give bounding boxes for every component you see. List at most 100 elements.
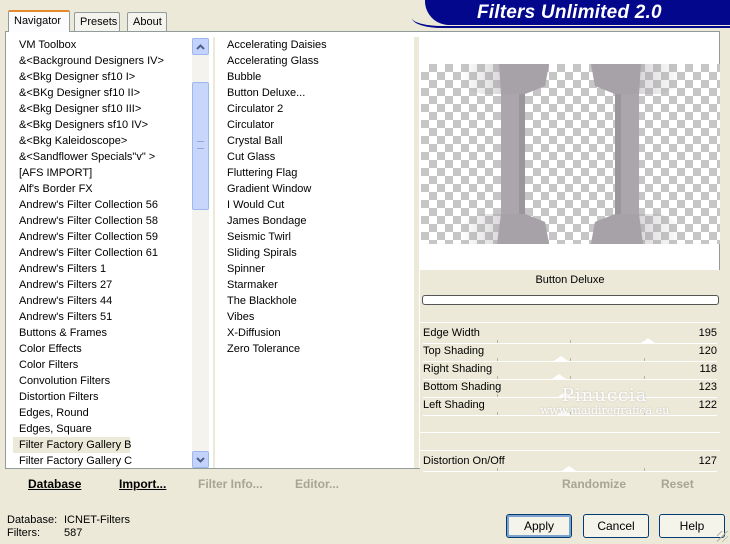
slider-thumb[interactable] bbox=[641, 338, 655, 343]
category-item[interactable]: &<Sandflower Specials"v" > bbox=[13, 149, 191, 165]
category-item[interactable]: Color Effects bbox=[13, 341, 191, 357]
reset-label: Reset bbox=[661, 477, 694, 491]
tab-presets-label: Presets bbox=[80, 16, 118, 28]
editor-button[interactable]: Editor... bbox=[295, 477, 339, 491]
filter-item[interactable]: Accelerating Daisies bbox=[221, 37, 411, 53]
category-item[interactable]: &<BKg Designer sf10 II> bbox=[13, 85, 191, 101]
filter-item[interactable]: Button Deluxe... bbox=[221, 85, 411, 101]
slider-thumb[interactable] bbox=[552, 374, 566, 379]
param-value: 127 bbox=[698, 455, 717, 467]
filter-list[interactable]: Accelerating Daisies Accelerating Glass Bu… bbox=[221, 37, 411, 367]
cancel-label: Cancel bbox=[597, 519, 635, 533]
filter-item[interactable]: Sliding Spirals bbox=[221, 245, 411, 261]
param-label: Left Shading bbox=[423, 399, 485, 411]
category-item[interactable]: Alf's Border FX bbox=[13, 181, 191, 197]
filter-item[interactable]: Bubble bbox=[221, 69, 411, 85]
param-value: 118 bbox=[699, 363, 717, 375]
import-button[interactable]: Import... bbox=[119, 477, 166, 491]
help-button[interactable]: Help bbox=[659, 514, 725, 538]
filter-item[interactable]: Gradient Window bbox=[221, 181, 411, 197]
filter-item[interactable]: Fluttering Flag bbox=[221, 165, 411, 181]
param-slider-row[interactable]: Edge Width 195 bbox=[420, 326, 720, 344]
chevron-up-icon[interactable] bbox=[192, 38, 209, 55]
category-item[interactable]: &<Bkg Designers sf10 IV> bbox=[13, 117, 191, 133]
category-item[interactable]: Andrew's Filter Collection 58 bbox=[13, 213, 191, 229]
tab-navigator-label: Navigator bbox=[14, 15, 62, 27]
category-item[interactable]: [AFS IMPORT] bbox=[13, 165, 191, 181]
category-item[interactable]: Andrew's Filters 27 bbox=[13, 277, 191, 293]
filter-item[interactable]: Circulator bbox=[221, 117, 411, 133]
filter-info-button[interactable]: Filter Info... bbox=[198, 477, 263, 491]
database-status-label: Database: bbox=[7, 514, 58, 526]
database-button[interactable]: Database bbox=[28, 477, 81, 491]
category-item[interactable]: Andrew's Filter Collection 56 bbox=[13, 197, 191, 213]
category-item[interactable]: Filter Factory Gallery C bbox=[13, 453, 191, 468]
filters-count-label: Filters: bbox=[7, 527, 40, 539]
filter-preview bbox=[421, 64, 720, 244]
category-item[interactable]: Andrew's Filters 1 bbox=[13, 261, 191, 277]
filter-item[interactable]: James Bondage bbox=[221, 213, 411, 229]
cancel-button[interactable]: Cancel bbox=[583, 514, 649, 538]
category-item[interactable]: VM Toolbox bbox=[13, 37, 191, 53]
filter-item[interactable]: I Would Cut bbox=[221, 197, 411, 213]
database-label: Database bbox=[28, 477, 82, 491]
category-item[interactable]: &<Background Designers IV> bbox=[13, 53, 191, 69]
category-item[interactable]: Convolution Filters bbox=[13, 373, 191, 389]
reset-button[interactable]: Reset bbox=[661, 477, 694, 491]
param-label: Distortion On/Off bbox=[423, 455, 505, 467]
filter-item[interactable]: Cut Glass bbox=[221, 149, 411, 165]
category-item[interactable]: Edges, Square bbox=[13, 421, 191, 437]
category-list[interactable]: VM Toolbox &<Background Designers IV> &<Bk… bbox=[13, 37, 191, 468]
category-item[interactable]: Filter Factory Gallery B bbox=[13, 437, 131, 453]
watermark-title: Pinuccia bbox=[561, 385, 648, 406]
filter-info-label: Filter Info... bbox=[198, 477, 263, 491]
filter-item[interactable]: Circulator 2 bbox=[221, 101, 411, 117]
filter-item[interactable]: Vibes bbox=[221, 309, 411, 325]
scrollbar-thumb[interactable] bbox=[192, 82, 209, 210]
tab-navigator[interactable]: Navigator bbox=[8, 10, 70, 32]
apply-button[interactable]: Apply bbox=[506, 514, 572, 538]
param-separator bbox=[420, 432, 720, 433]
filter-item[interactable]: X-Diffusion bbox=[221, 325, 411, 341]
param-label: Right Shading bbox=[423, 363, 493, 375]
category-item[interactable]: Distortion Filters bbox=[13, 389, 191, 405]
resize-grip-icon[interactable] bbox=[717, 531, 728, 542]
tab-about[interactable]: About bbox=[127, 12, 167, 31]
filter-item[interactable]: Starmaker bbox=[221, 277, 411, 293]
database-status-value: ICNET-Filters bbox=[64, 514, 130, 526]
chevron-down-icon[interactable] bbox=[192, 451, 209, 468]
filter-item[interactable]: Accelerating Glass bbox=[221, 53, 411, 69]
category-item[interactable]: Andrew's Filter Collection 59 bbox=[13, 229, 191, 245]
filter-item[interactable]: Crystal Ball bbox=[221, 133, 411, 149]
filter-item[interactable]: Zero Tolerance bbox=[221, 341, 411, 357]
category-item[interactable]: Andrew's Filter Collection 61 bbox=[13, 245, 191, 261]
app-title: Filters Unlimited 2.0 bbox=[477, 2, 662, 23]
randomize-button[interactable]: Randomize bbox=[562, 477, 626, 491]
preview-divider bbox=[414, 37, 419, 468]
param-slider-row[interactable]: Top Shading 120 bbox=[420, 344, 720, 362]
category-item[interactable]: Color Filters bbox=[13, 357, 191, 373]
filter-item[interactable]: The Blackhole bbox=[221, 293, 411, 309]
param-value: 120 bbox=[698, 345, 717, 357]
filter-item[interactable]: Seismic Twirl bbox=[221, 229, 411, 245]
filter-item[interactable]: Spinner bbox=[221, 261, 411, 277]
param-label: Bottom Shading bbox=[423, 381, 502, 393]
category-item[interactable]: Andrew's Filters 44 bbox=[13, 293, 191, 309]
category-item[interactable]: Andrew's Filters 51 bbox=[13, 309, 191, 325]
param-slider-row[interactable]: Right Shading 118 bbox=[420, 362, 720, 380]
param-value: 122 bbox=[698, 399, 717, 411]
category-item[interactable]: &<Bkg Designer sf10 I> bbox=[13, 69, 191, 85]
list-divider bbox=[213, 37, 215, 468]
category-item[interactable]: Edges, Round bbox=[13, 405, 191, 421]
param-value: 195 bbox=[698, 327, 717, 339]
grip-icon bbox=[197, 141, 204, 149]
category-item[interactable]: &<Bkg Kaleidoscope> bbox=[13, 133, 191, 149]
tab-presets[interactable]: Presets bbox=[74, 12, 120, 31]
param-label: Top Shading bbox=[423, 345, 485, 357]
category-scrollbar[interactable] bbox=[192, 38, 209, 468]
apply-label: Apply bbox=[523, 519, 555, 533]
slider-thumb[interactable] bbox=[554, 356, 568, 361]
category-item[interactable]: &<Bkg Designer sf10 III> bbox=[13, 101, 191, 117]
category-item[interactable]: Buttons & Frames bbox=[13, 325, 191, 341]
randomize-label: Randomize bbox=[562, 477, 627, 491]
